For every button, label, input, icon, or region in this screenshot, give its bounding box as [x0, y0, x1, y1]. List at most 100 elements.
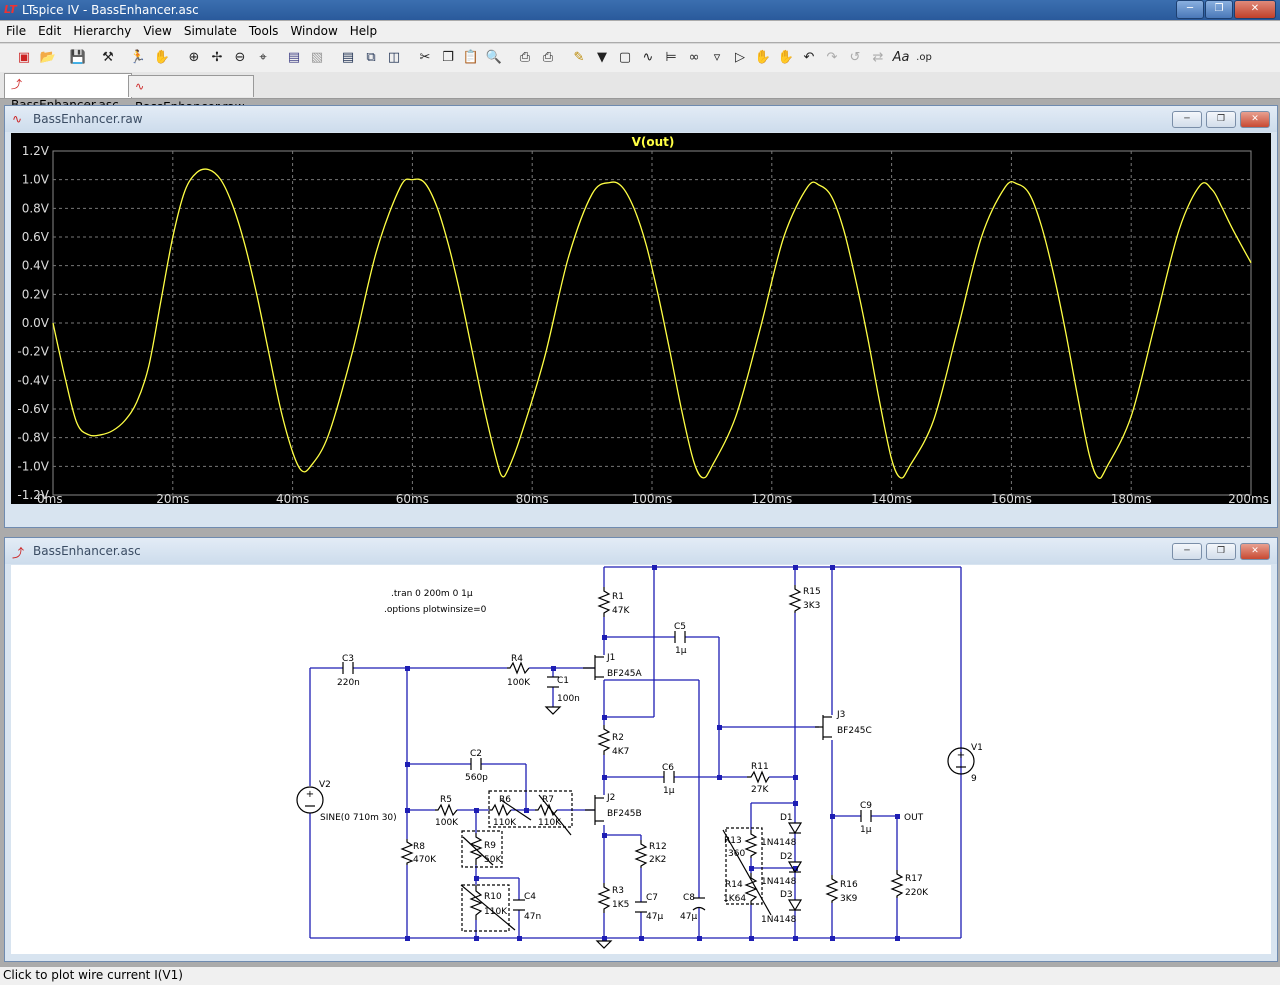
D2-value[interactable]: 1N4148 — [761, 877, 797, 887]
R3-label[interactable]: R3 — [612, 886, 624, 896]
R10-value[interactable]: 110K — [484, 907, 508, 917]
mirror-icon[interactable]: ⇄ — [868, 48, 888, 68]
R1-label[interactable]: R1 — [612, 592, 624, 602]
R8-value[interactable]: 470K — [413, 855, 437, 865]
label-net-icon[interactable]: ▢ — [615, 48, 635, 68]
D1-value[interactable]: 1N4148 — [761, 838, 797, 848]
J2-value[interactable]: BF245B — [607, 809, 642, 819]
cut-icon[interactable]: ✂ — [415, 48, 435, 68]
menu-view[interactable]: View — [137, 21, 177, 42]
ground-icon[interactable]: ▼ — [592, 48, 612, 68]
R14-label[interactable]: R14 — [725, 880, 743, 890]
schematic-close-button[interactable]: ✕ — [1240, 543, 1270, 560]
rotate-icon[interactable]: ↺ — [845, 48, 865, 68]
menu-window[interactable]: Window — [284, 21, 343, 42]
C5-label[interactable]: C5 — [674, 622, 686, 632]
autorange-icon[interactable]: ▤ — [284, 48, 304, 68]
R15-label[interactable]: R15 — [803, 587, 821, 597]
C3-label[interactable]: C3 — [342, 654, 354, 664]
R15-value[interactable]: 3K3 — [803, 601, 820, 611]
menu-edit[interactable]: Edit — [32, 21, 67, 42]
R12-label[interactable]: R12 — [649, 842, 667, 852]
open-folder-icon[interactable]: 📂 — [38, 48, 58, 68]
R14-value[interactable]: 1K64 — [723, 894, 746, 904]
schematic-canvas[interactable]: + + .tran 0 200m 0 1µ .options plotwinsi… — [11, 565, 1271, 954]
zoom-in-icon[interactable]: ⊕ — [184, 48, 204, 68]
R16-value[interactable]: 3K9 — [840, 894, 858, 904]
copy-icon[interactable]: ❐ — [438, 48, 458, 68]
tab-bassenhancer-asc[interactable]: ⤴BassEnhancer.asc — [4, 73, 132, 112]
R7-label[interactable]: R7 — [542, 795, 554, 805]
D2-label[interactable]: D2 — [780, 852, 793, 862]
menu-file[interactable]: File — [0, 21, 32, 42]
R17-value[interactable]: 220K — [905, 888, 929, 898]
drag-icon[interactable]: ✋ — [776, 48, 796, 68]
J2-label[interactable]: J2 — [606, 793, 615, 803]
C6-value[interactable]: 1µ — [663, 786, 675, 796]
R10-label[interactable]: R10 — [484, 892, 502, 902]
menu-simulate[interactable]: Simulate — [178, 21, 243, 42]
paste-icon[interactable]: 📋 — [461, 48, 481, 68]
maximize-button[interactable]: ❐ — [1205, 0, 1233, 19]
waveform-minimize-button[interactable]: ─ — [1172, 111, 1202, 128]
V2-value[interactable]: SINE(0 710m 30) — [320, 813, 397, 823]
R11-value[interactable]: 27K — [751, 785, 769, 795]
R16-label[interactable]: R16 — [840, 880, 858, 890]
R13-label[interactable]: R13 — [724, 836, 742, 846]
R5-label[interactable]: R5 — [440, 795, 452, 805]
C4-value[interactable]: 47n — [524, 912, 541, 922]
R7-value[interactable]: 110K — [538, 818, 562, 828]
C3-value[interactable]: 220n — [337, 678, 360, 688]
directive-tran[interactable]: .tran 0 200m 0 1µ — [391, 589, 473, 599]
C8-value[interactable]: 47µ — [680, 912, 697, 922]
V1-label[interactable]: V1 — [971, 743, 983, 753]
C7-label[interactable]: C7 — [646, 893, 658, 903]
new-schematic-icon[interactable]: ▣ — [14, 48, 34, 68]
inductor-icon[interactable]: ∞ — [684, 48, 704, 68]
save-icon[interactable]: 💾 — [68, 48, 88, 68]
schematic-minimize-button[interactable]: ─ — [1172, 543, 1202, 560]
R12-value[interactable]: 2K2 — [649, 855, 666, 865]
C6-label[interactable]: C6 — [662, 763, 674, 773]
D1-label[interactable]: D1 — [780, 813, 793, 823]
C9-label[interactable]: C9 — [860, 801, 872, 811]
zoom-out-icon[interactable]: ⊖ — [230, 48, 250, 68]
J1-label[interactable]: J1 — [606, 653, 615, 663]
R2-value[interactable]: 4K7 — [612, 747, 629, 757]
move-icon[interactable]: ✋ — [753, 48, 773, 68]
tile-vertical-icon[interactable]: ◫ — [384, 48, 404, 68]
R13-value[interactable]: 360 — [728, 849, 745, 859]
text-icon[interactable]: Aa — [891, 48, 911, 68]
trace-line-vout[interactable] — [52, 168, 1252, 479]
C8-label[interactable]: C8 — [683, 893, 695, 903]
menu-help[interactable]: Help — [344, 21, 383, 42]
C9-value[interactable]: 1µ — [860, 825, 872, 835]
find-icon[interactable]: 🔍 — [484, 48, 504, 68]
schematic-maximize-button[interactable]: ❐ — [1206, 543, 1236, 560]
cascade-icon[interactable]: ⧉ — [361, 48, 381, 68]
V1-value[interactable]: 9 — [971, 774, 977, 784]
C2-value[interactable]: 560p — [465, 773, 488, 783]
wire-icon[interactable]: ✎ — [569, 48, 589, 68]
R8-label[interactable]: R8 — [413, 842, 425, 852]
spice-directive-icon[interactable]: .op — [914, 48, 934, 68]
V2-label[interactable]: V2 — [319, 780, 331, 790]
C1-value[interactable]: 100n — [557, 694, 580, 704]
R9-label[interactable]: R9 — [484, 841, 496, 851]
capacitor-icon[interactable]: ⊨ — [661, 48, 681, 68]
schematic-drawing[interactable]: + + .tran 0 200m 0 1µ .options plotwinsi… — [11, 565, 1271, 954]
J3-value[interactable]: BF245C — [837, 726, 872, 736]
R2-label[interactable]: R2 — [612, 733, 624, 743]
D3-value[interactable]: 1N4148 — [761, 915, 797, 925]
R1-value[interactable]: 47K — [612, 606, 630, 616]
halt-icon[interactable]: ✋ — [152, 48, 172, 68]
pan-icon[interactable]: ✢ — [207, 48, 227, 68]
zoom-fit-icon[interactable]: ⌖ — [253, 48, 273, 68]
D3-label[interactable]: D3 — [780, 890, 793, 900]
R6-value[interactable]: 110K — [493, 818, 517, 828]
net-label-out[interactable]: OUT — [904, 813, 924, 823]
control-panel-icon[interactable]: ⚒ — [98, 48, 118, 68]
J3-label[interactable]: J3 — [836, 710, 845, 720]
menu-hierarchy[interactable]: Hierarchy — [67, 21, 137, 42]
C4-label[interactable]: C4 — [524, 892, 536, 902]
